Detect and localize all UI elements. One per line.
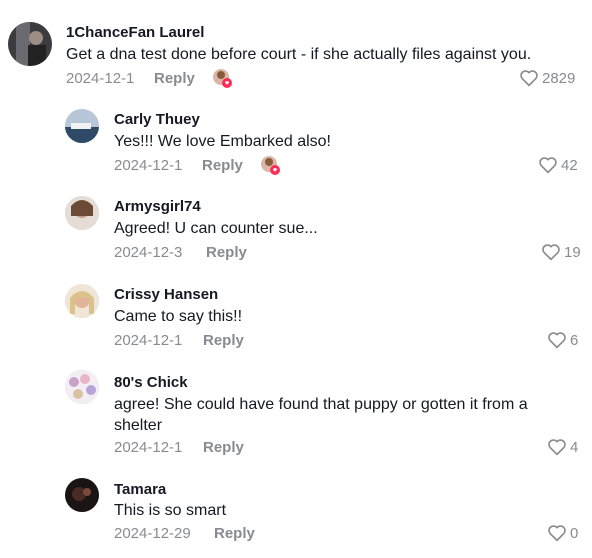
like-button[interactable]: 42 xyxy=(538,155,578,175)
comment-username[interactable]: Armysgirl74 xyxy=(114,198,201,215)
reply-comment-item: Armysgirl74 Agreed! U can counter sue...… xyxy=(0,186,592,274)
comment-date: 2024-12-1 xyxy=(114,157,183,174)
reply-comment-item: Crissy Hansen Came to say this!! 2024-12… xyxy=(0,274,592,362)
comment-username[interactable]: 80's Chick xyxy=(114,374,188,391)
comment-date: 2024-12-1 xyxy=(114,439,183,456)
heart-outline-icon xyxy=(539,157,557,174)
comment-text: Yes!!! We love Embarked also! xyxy=(114,133,331,150)
like-button[interactable]: 19 xyxy=(541,242,581,262)
avatar[interactable] xyxy=(8,22,52,66)
reply-comment-item: Carly Thuey Yes!!! We love Embarked also… xyxy=(0,96,592,186)
comment-text: Came to say this!! xyxy=(114,308,243,325)
like-count: 42 xyxy=(561,156,578,174)
comment-date: 2024-12-1 xyxy=(66,70,135,87)
comment-username[interactable]: Tamara xyxy=(114,481,166,498)
like-button[interactable]: 4 xyxy=(547,437,578,457)
reply-comment-item: 80's Chick agree! She could have found t… xyxy=(0,362,592,470)
comment-text: This is so smart xyxy=(114,502,227,519)
comment-text: agree! She could have found that puppy o… xyxy=(114,396,528,434)
reply-button[interactable]: Reply xyxy=(202,157,243,174)
comment-text: Agreed! U can counter sue... xyxy=(114,220,318,237)
comment-username[interactable]: Crissy Hansen xyxy=(114,286,218,303)
avatar[interactable] xyxy=(65,370,99,404)
like-button[interactable]: 2829 xyxy=(519,68,575,88)
reply-button[interactable]: Reply xyxy=(214,525,255,542)
like-count: 6 xyxy=(570,331,579,349)
like-count: 4 xyxy=(570,438,579,456)
reply-comment-item: Tamara This is so smart 2024-12-29 Reply… xyxy=(0,470,592,558)
like-count: 0 xyxy=(570,524,579,542)
avatar[interactable] xyxy=(65,196,99,230)
heart-outline-icon xyxy=(542,244,560,261)
reply-button[interactable]: Reply xyxy=(203,332,244,349)
creator-liked-avatar-icon xyxy=(260,155,280,175)
reply-button[interactable]: Reply xyxy=(203,439,244,456)
creator-liked-avatar-icon xyxy=(212,68,232,88)
comment-date: 2024-12-1 xyxy=(114,332,183,349)
like-button[interactable]: 0 xyxy=(547,523,578,543)
heart-outline-icon xyxy=(520,70,538,87)
heart-outline-icon xyxy=(548,525,566,542)
heart-outline-icon xyxy=(548,439,566,456)
avatar[interactable] xyxy=(65,478,99,512)
comment-username[interactable]: 1ChanceFan Laurel xyxy=(66,24,204,41)
comment-date: 2024-12-29 xyxy=(114,525,191,542)
reply-button[interactable]: Reply xyxy=(206,244,247,261)
avatar[interactable] xyxy=(65,284,99,318)
like-count: 19 xyxy=(564,243,581,261)
comment-text: Get a dna test done before court - if sh… xyxy=(66,46,532,63)
comment-date: 2024-12-3 xyxy=(114,244,183,261)
like-button[interactable]: 6 xyxy=(547,330,578,350)
like-count: 2829 xyxy=(542,69,576,87)
comment-username[interactable]: Carly Thuey xyxy=(114,111,200,128)
avatar[interactable] xyxy=(65,109,99,143)
comment-item: 1ChanceFan Laurel Get a dna test done be… xyxy=(0,0,592,96)
heart-outline-icon xyxy=(548,332,566,349)
reply-button[interactable]: Reply xyxy=(154,70,195,87)
